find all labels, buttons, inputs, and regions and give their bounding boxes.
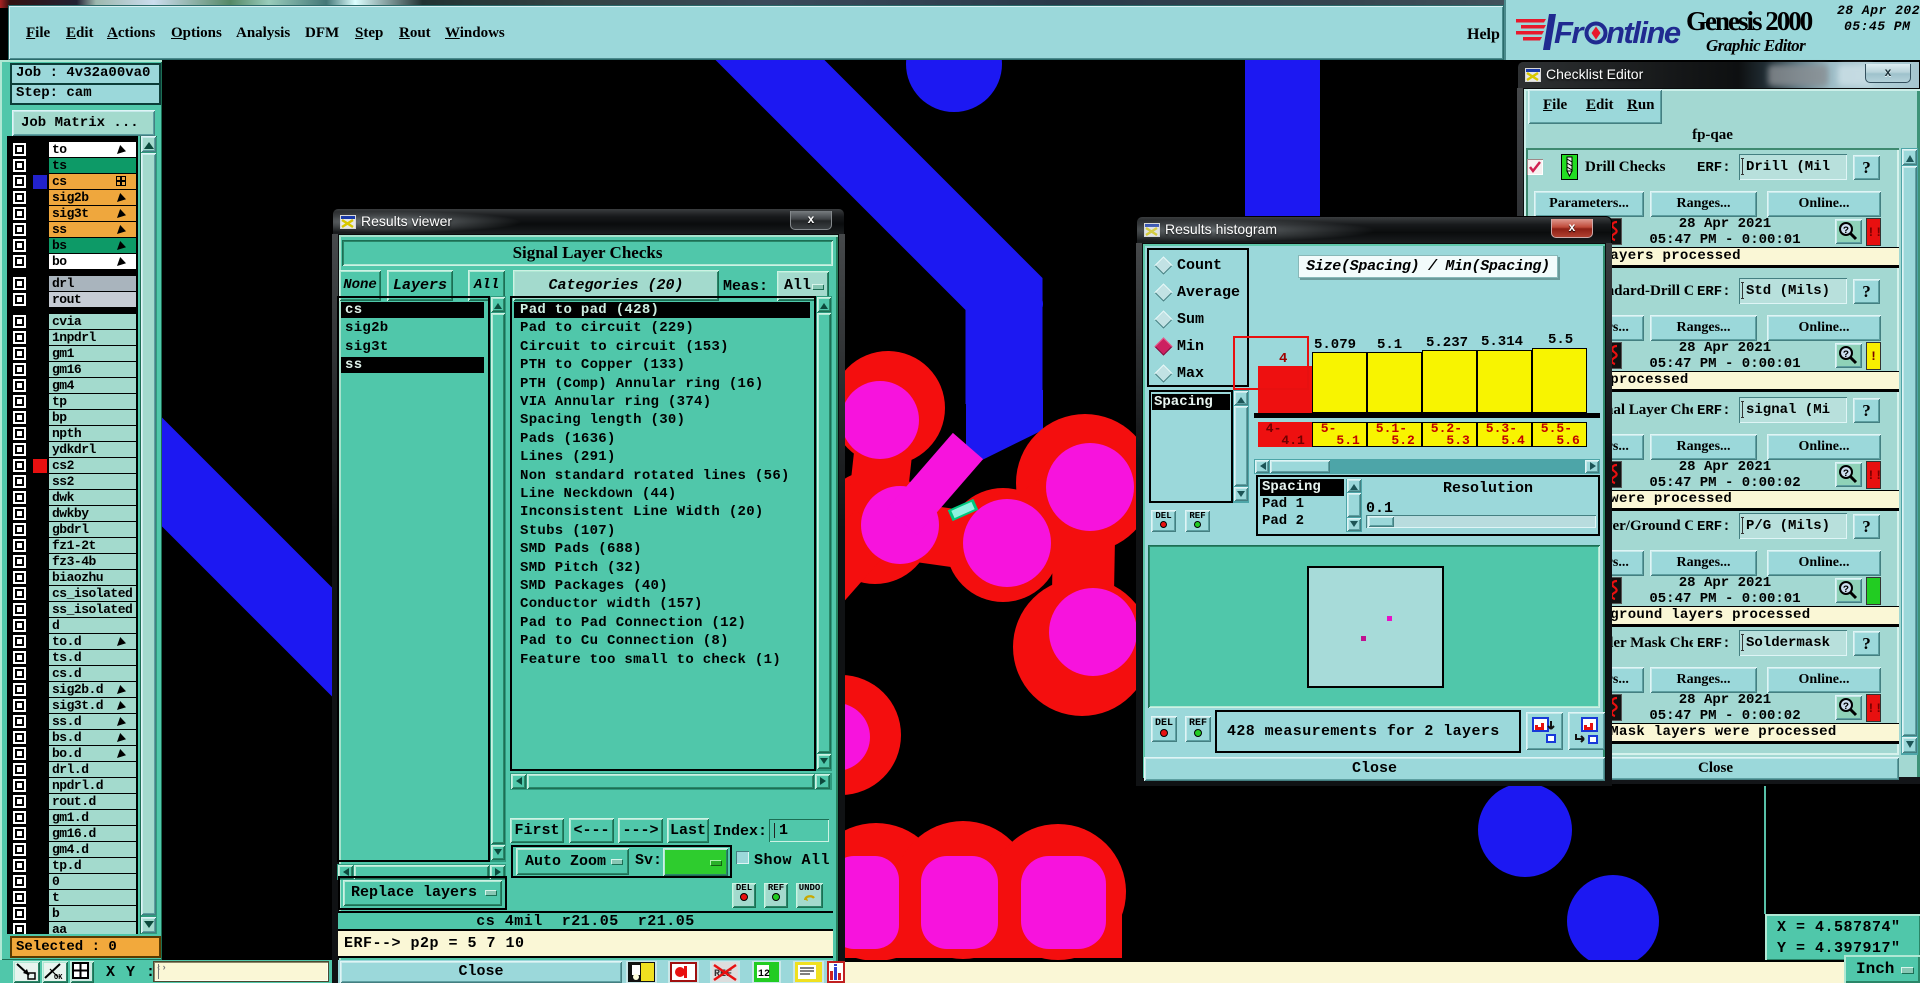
svg-text:?: ?: [1843, 585, 1849, 596]
svg-text:?: ?: [1843, 226, 1849, 237]
svg-text:?: ?: [1843, 469, 1849, 480]
svg-text:ntline: ntline: [1606, 15, 1681, 50]
svg-text:?: ?: [1843, 702, 1849, 713]
svg-text:12: 12: [758, 969, 770, 980]
svg-text:?: ?: [1843, 350, 1849, 361]
svg-text:OK: OK: [54, 974, 63, 981]
svg-text:Fr: Fr: [1554, 15, 1585, 50]
